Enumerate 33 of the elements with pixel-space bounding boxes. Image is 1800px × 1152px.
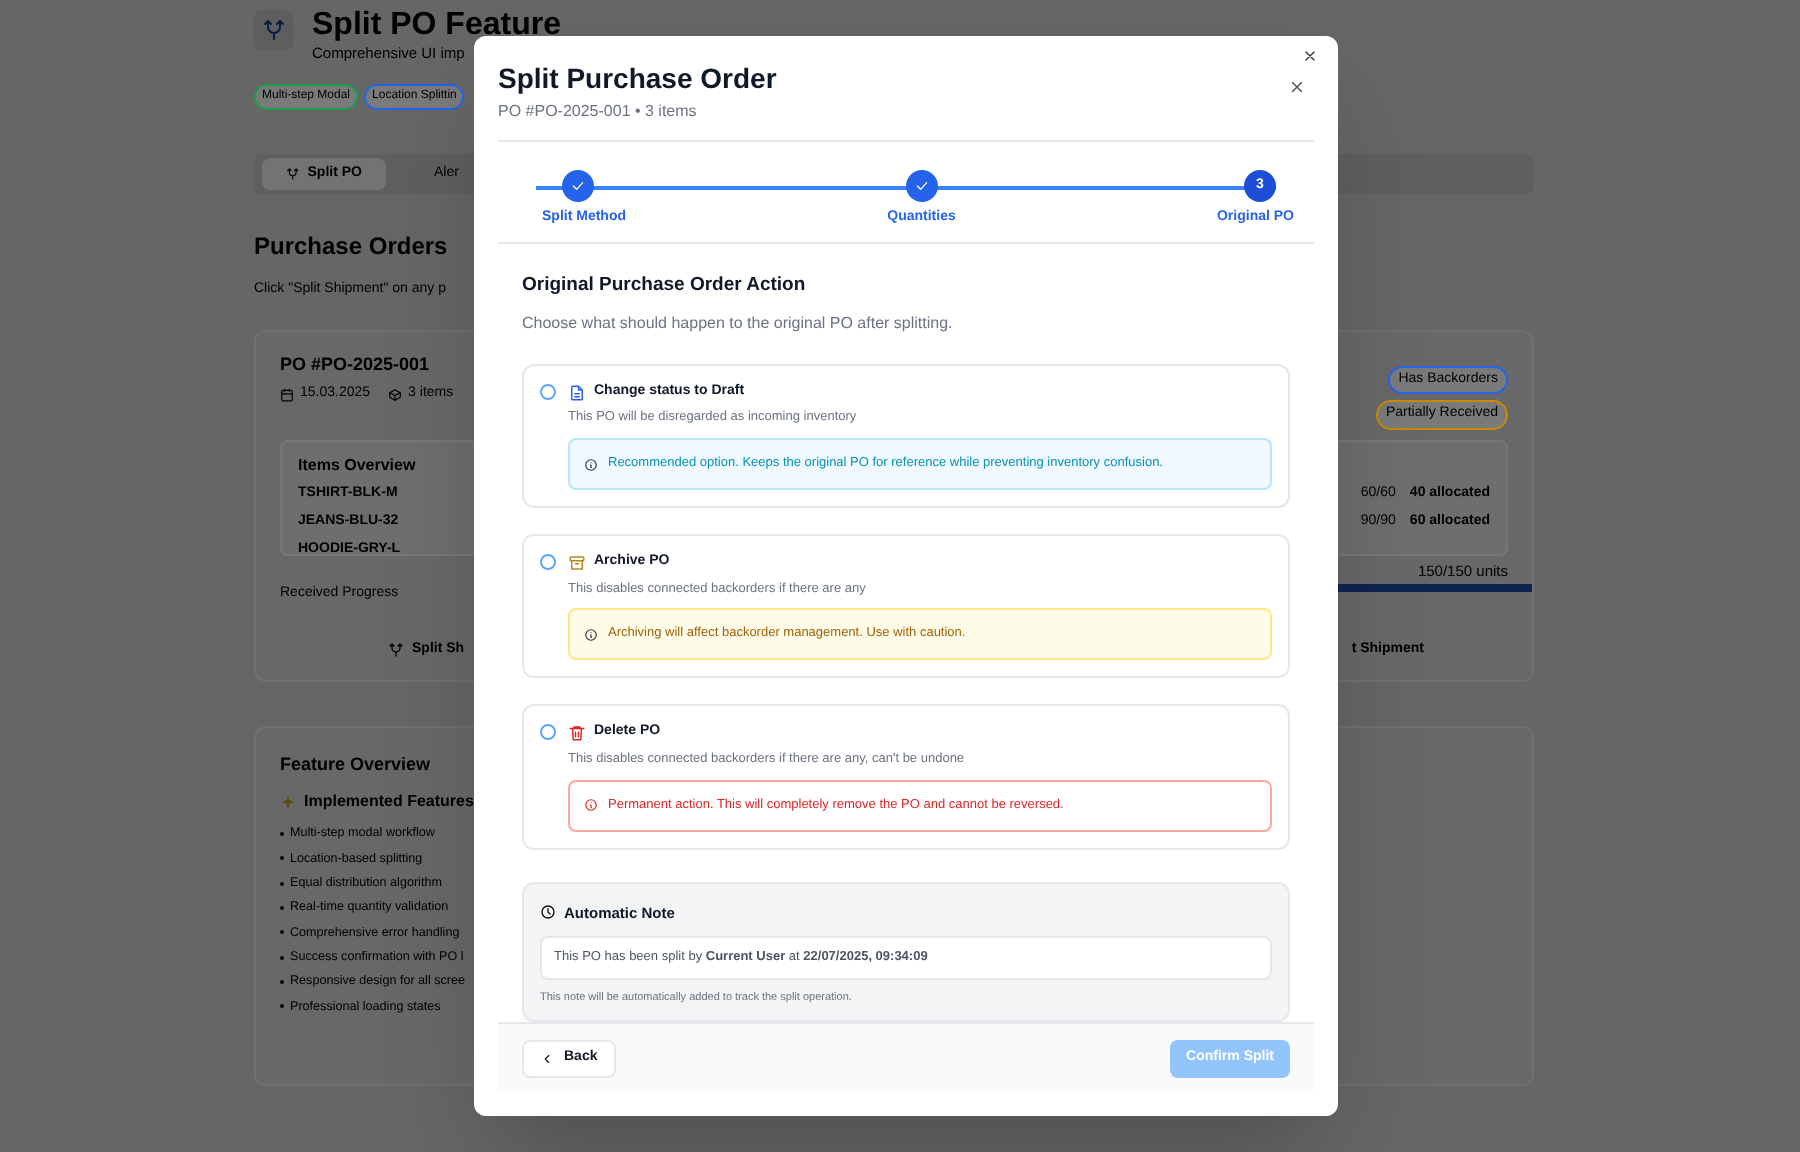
dialog-subtitle: PO #PO-2025-001 • 3 items: [498, 100, 699, 124]
card-subtitle: Implemented Features: [304, 790, 474, 814]
close-button[interactable]: [1288, 78, 1306, 96]
section-heading: Purchase Orders: [254, 230, 448, 264]
split-icon: [262, 18, 286, 42]
info-icon: [584, 627, 598, 642]
info-icon: [584, 798, 598, 813]
split-icon: [388, 642, 404, 659]
info-icon: [584, 457, 598, 472]
box-icon: [388, 387, 403, 402]
page-title: Split PO Feature: [312, 10, 561, 42]
radio-button[interactable]: [540, 724, 556, 741]
calendar-icon: [280, 387, 294, 402]
radio-button[interactable]: [540, 383, 556, 400]
card-title: Feature Overview: [280, 751, 431, 777]
po-title: PO #PO-2025-001: [280, 351, 430, 377]
close-icon: [1302, 48, 1318, 64]
trash-icon: [568, 724, 586, 743]
archive-icon: [568, 553, 586, 572]
split-icon: [286, 166, 300, 182]
check-icon: [913, 178, 930, 194]
check-icon: [570, 178, 586, 194]
dialog-title: Split Purchase Order: [498, 60, 777, 96]
section-hint: Choose what should happen to the original PO after splitting.: [522, 311, 955, 336]
panel-title: Items Overview: [298, 453, 416, 477]
close-button[interactable]: [1302, 48, 1318, 64]
sparkle-icon: [280, 794, 296, 810]
section-heading: Original Purchase Order Action: [522, 271, 808, 300]
chevron-left-icon: [540, 1051, 554, 1065]
radio-button[interactable]: [540, 554, 556, 571]
close-icon: [1288, 78, 1306, 96]
clock-icon: [540, 904, 556, 921]
document-icon: [568, 383, 586, 402]
